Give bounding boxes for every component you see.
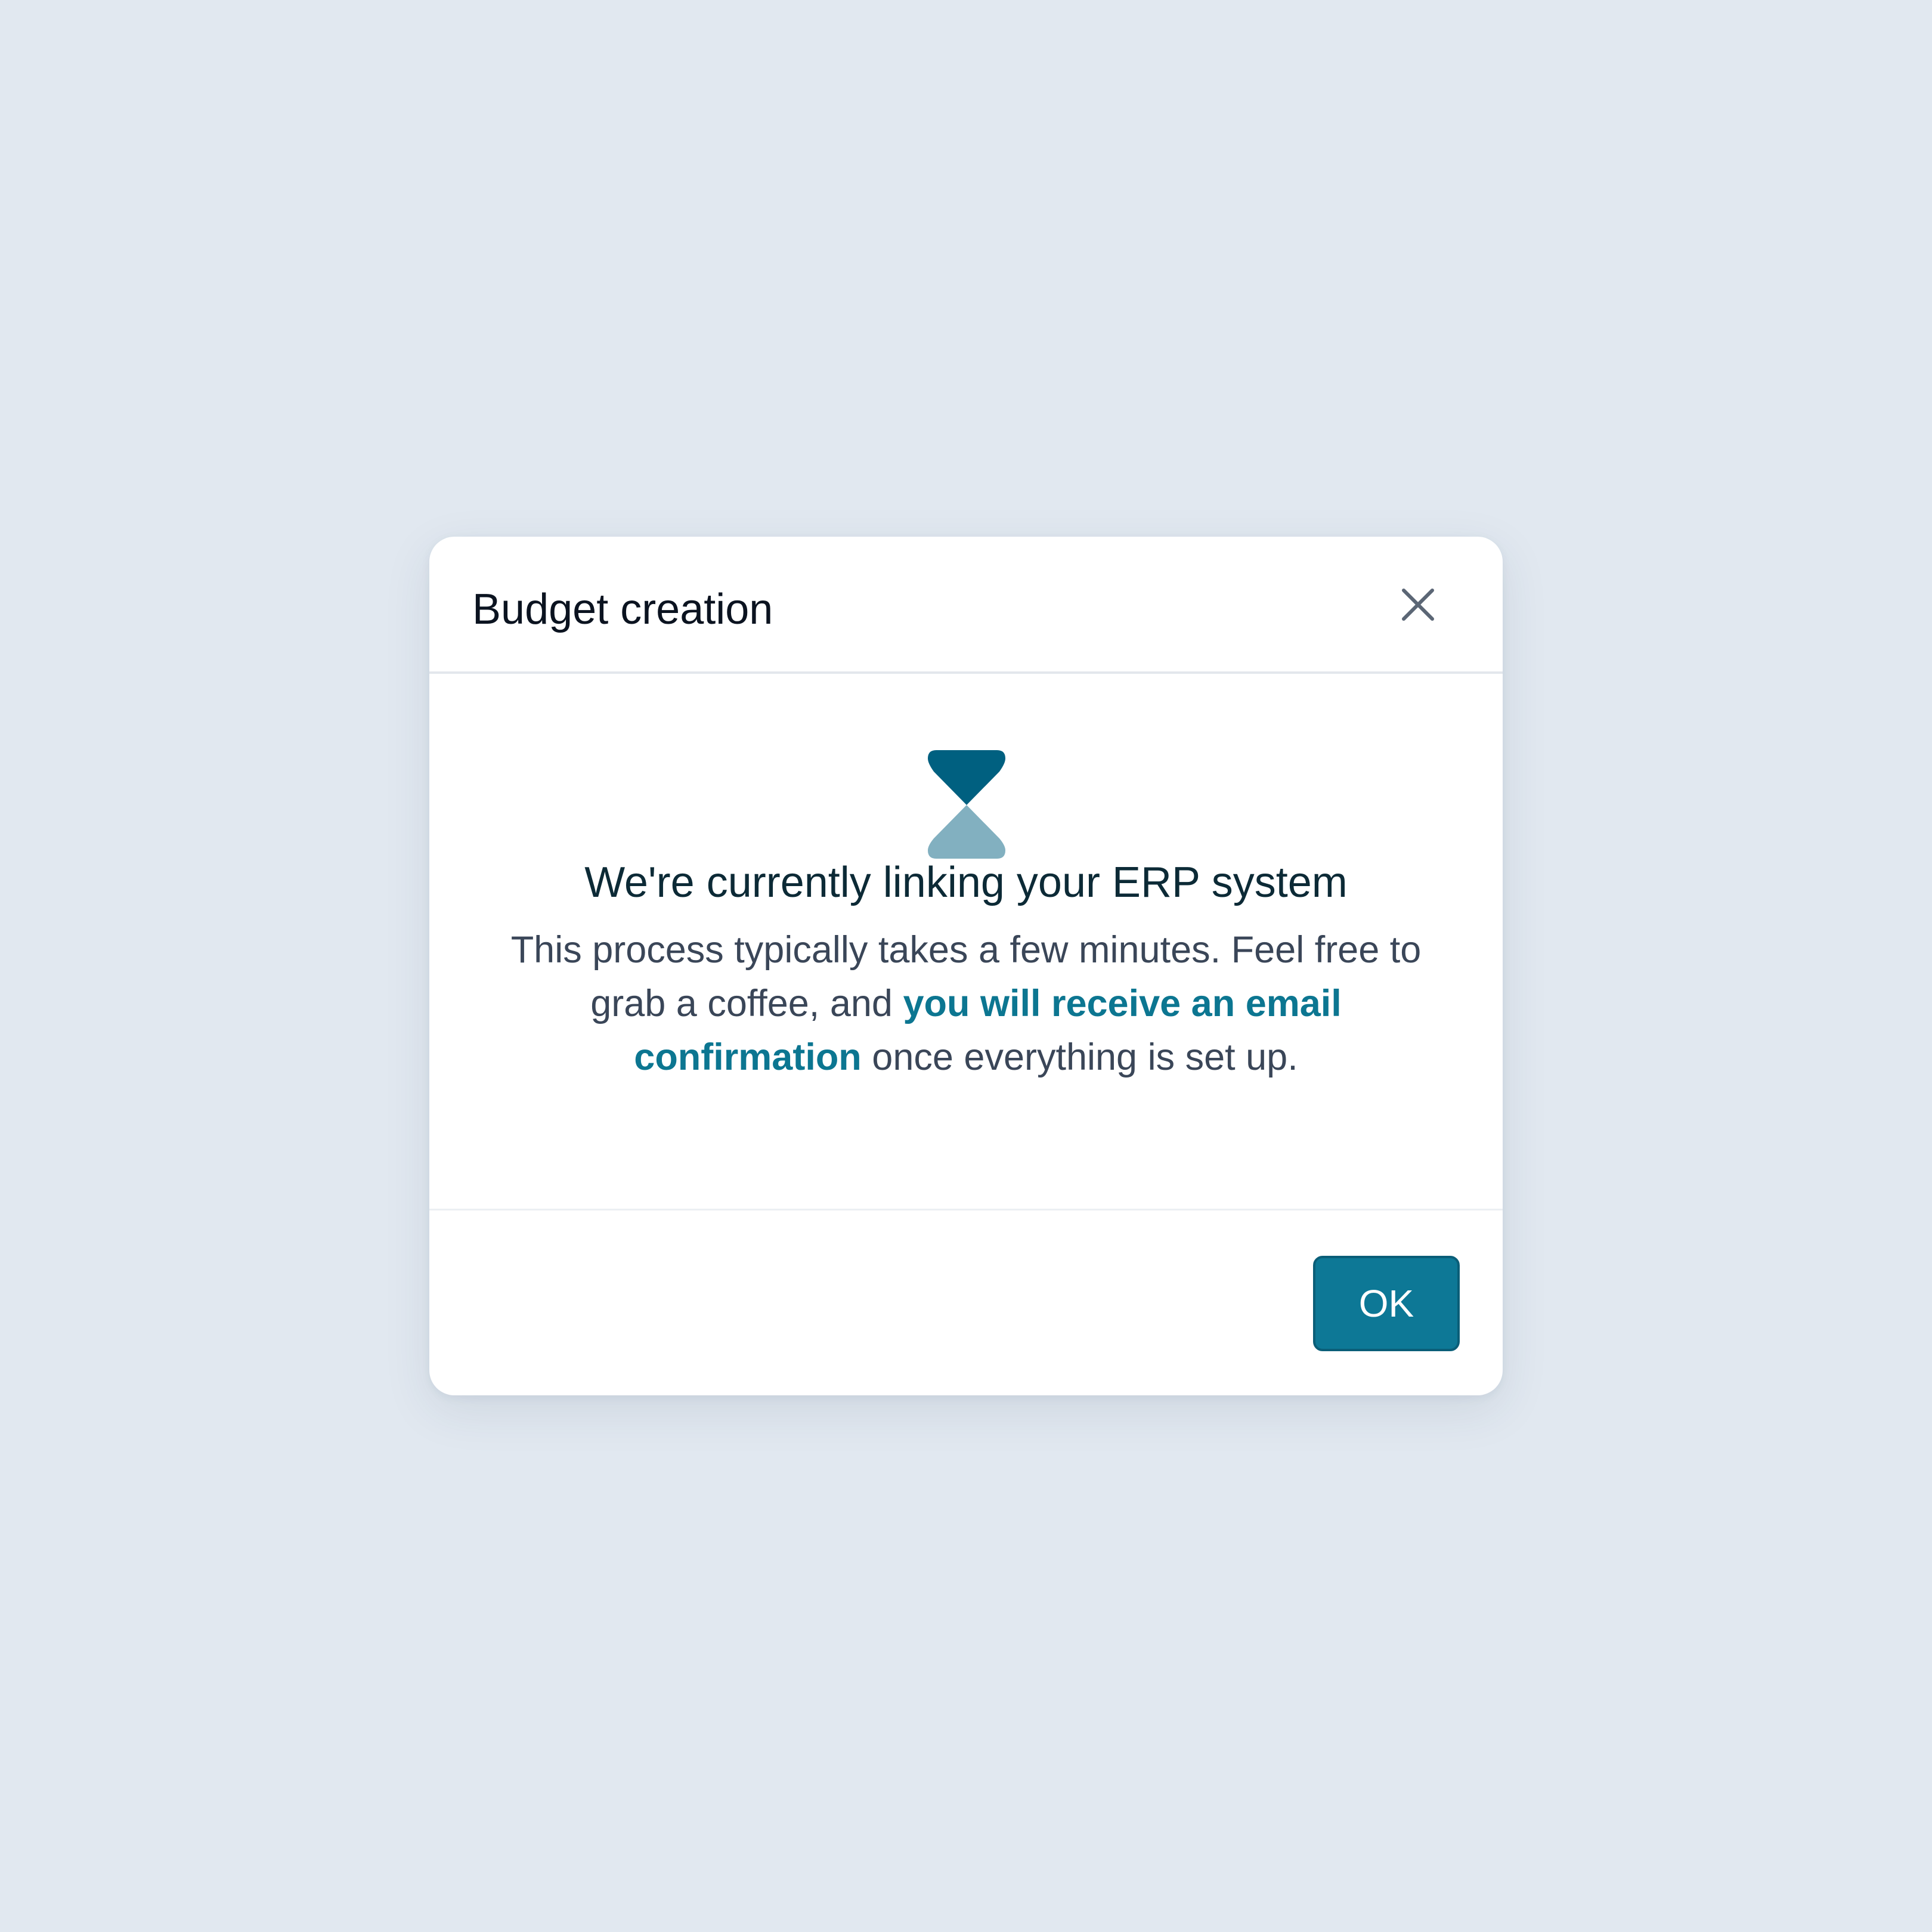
- status-headline: We're currently linking your ERP system: [584, 859, 1348, 906]
- dialog-body: We're currently linking your ERP system …: [429, 674, 1503, 1210]
- close-button[interactable]: [1388, 575, 1448, 634]
- dialog-footer: OK: [429, 1210, 1503, 1395]
- dialog-header: Budget creation: [429, 537, 1503, 674]
- hourglass-icon: [928, 750, 1005, 859]
- ok-button[interactable]: OK: [1313, 1256, 1460, 1351]
- dialog-title: Budget creation: [472, 586, 773, 633]
- close-icon: [1402, 589, 1434, 621]
- budget-creation-dialog: Budget creation We're currently linking …: [429, 537, 1503, 1395]
- description-text-end: once everything is set up.: [861, 1036, 1298, 1078]
- status-description: This process typically takes a few minut…: [501, 923, 1431, 1084]
